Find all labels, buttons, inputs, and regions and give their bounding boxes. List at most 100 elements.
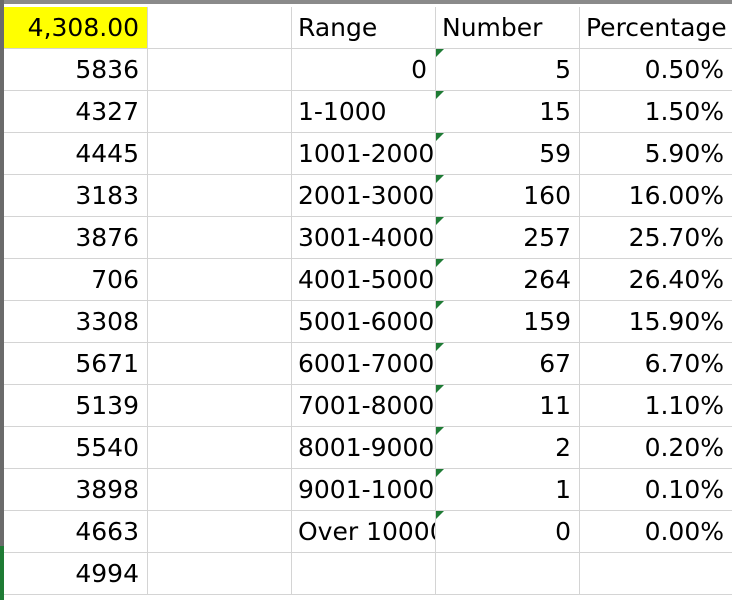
cell-e5[interactable]: 16.00% <box>580 175 732 217</box>
table-row: 4,308.00 Range Number Percentage <box>0 7 732 49</box>
cell-a14[interactable]: 4994 <box>0 553 148 595</box>
cell-d11-value: 2 <box>555 433 571 462</box>
cell-d2[interactable]: 5 <box>436 49 580 91</box>
cell-c11[interactable]: 8001-9000 <box>292 427 436 469</box>
cell-d2-value: 5 <box>555 55 571 84</box>
cell-b5[interactable] <box>148 175 292 217</box>
cell-c2[interactable]: 0 <box>292 49 436 91</box>
cell-b8[interactable] <box>148 301 292 343</box>
error-indicator-icon <box>436 133 444 141</box>
cell-d6[interactable]: 257 <box>436 217 580 259</box>
cell-a5[interactable]: 3183 <box>0 175 148 217</box>
cell-d12[interactable]: 1 <box>436 469 580 511</box>
cell-d8-value: 159 <box>523 307 571 336</box>
cell-c1[interactable]: Range <box>292 7 436 49</box>
cell-c9[interactable]: 6001-7000 <box>292 343 436 385</box>
cell-d12-value: 1 <box>555 475 571 504</box>
cell-a9[interactable]: 5671 <box>0 343 148 385</box>
cell-e3[interactable]: 1.50% <box>580 91 732 133</box>
cell-d4[interactable]: 59 <box>436 133 580 175</box>
cell-d7-value: 264 <box>523 265 571 294</box>
cell-e7[interactable]: 26.40% <box>580 259 732 301</box>
cell-d5-value: 160 <box>523 181 571 210</box>
cell-d10-value: 11 <box>539 391 571 420</box>
cell-e11[interactable]: 0.20% <box>580 427 732 469</box>
cell-b4[interactable] <box>148 133 292 175</box>
error-indicator-icon <box>436 301 444 309</box>
cell-d11[interactable]: 2 <box>436 427 580 469</box>
error-indicator-icon <box>436 259 444 267</box>
error-indicator-icon <box>436 343 444 351</box>
cell-d7[interactable]: 264 <box>436 259 580 301</box>
cell-d9[interactable]: 67 <box>436 343 580 385</box>
cell-e14[interactable] <box>580 553 732 595</box>
selection-indicator <box>0 546 4 600</box>
cell-d3[interactable]: 15 <box>436 91 580 133</box>
table-row: 5836 0 5 0.50% <box>0 49 732 91</box>
error-indicator-icon <box>436 175 444 183</box>
cell-c5[interactable]: 2001-3000 <box>292 175 436 217</box>
cell-a13[interactable]: 4663 <box>0 511 148 553</box>
cell-e2[interactable]: 0.50% <box>580 49 732 91</box>
cell-e10[interactable]: 1.10% <box>580 385 732 427</box>
cell-d10[interactable]: 11 <box>436 385 580 427</box>
cell-c10[interactable]: 7001-8000 <box>292 385 436 427</box>
cell-a4[interactable]: 4445 <box>0 133 148 175</box>
cell-e6[interactable]: 25.70% <box>580 217 732 259</box>
cell-d3-value: 15 <box>539 97 571 126</box>
cell-b1[interactable] <box>148 7 292 49</box>
table-row: 3183 2001-3000 160 16.00% <box>0 175 732 217</box>
cell-d1[interactable]: Number <box>436 7 580 49</box>
cell-a6[interactable]: 3876 <box>0 217 148 259</box>
cell-e4[interactable]: 5.90% <box>580 133 732 175</box>
cell-c8[interactable]: 5001-6000 <box>292 301 436 343</box>
cell-b14[interactable] <box>148 553 292 595</box>
table-row: 3308 5001-6000 159 15.90% <box>0 301 732 343</box>
cell-b2[interactable] <box>148 49 292 91</box>
cell-a2[interactable]: 5836 <box>0 49 148 91</box>
table-row: 5139 7001-8000 11 1.10% <box>0 385 732 427</box>
cell-b13[interactable] <box>148 511 292 553</box>
cell-a10[interactable]: 5139 <box>0 385 148 427</box>
cell-c3[interactable]: 1-1000 <box>292 91 436 133</box>
error-indicator-icon <box>436 91 444 99</box>
cell-d13[interactable]: 0 <box>436 511 580 553</box>
cell-e13[interactable]: 0.00% <box>580 511 732 553</box>
cell-b7[interactable] <box>148 259 292 301</box>
cell-b3[interactable] <box>148 91 292 133</box>
cell-b6[interactable] <box>148 217 292 259</box>
cell-b12[interactable] <box>148 469 292 511</box>
cell-e8[interactable]: 15.90% <box>580 301 732 343</box>
cell-b10[interactable] <box>148 385 292 427</box>
table-row: 3876 3001-4000 257 25.70% <box>0 217 732 259</box>
error-indicator-icon <box>436 385 444 393</box>
cell-d6-value: 257 <box>523 223 571 252</box>
cell-a11[interactable]: 5540 <box>0 427 148 469</box>
cell-a1[interactable]: 4,308.00 <box>0 7 148 49</box>
cell-c7[interactable]: 4001-5000 <box>292 259 436 301</box>
cell-a8[interactable]: 3308 <box>0 301 148 343</box>
cell-a7[interactable]: 706 <box>0 259 148 301</box>
cell-d14[interactable] <box>436 553 580 595</box>
cell-a3[interactable]: 4327 <box>0 91 148 133</box>
cell-d13-value: 0 <box>555 517 571 546</box>
grid-top-edge <box>0 0 732 4</box>
error-indicator-icon <box>436 217 444 225</box>
cell-b9[interactable] <box>148 343 292 385</box>
table-row: 4327 1-1000 15 1.50% <box>0 91 732 133</box>
table-row: 4445 1001-2000 59 5.90% <box>0 133 732 175</box>
cell-c6[interactable]: 3001-4000 <box>292 217 436 259</box>
cell-e1[interactable]: Percentage <box>580 7 732 49</box>
cell-c12[interactable]: 9001-1000 <box>292 469 436 511</box>
cell-d8[interactable]: 159 <box>436 301 580 343</box>
cell-e9[interactable]: 6.70% <box>580 343 732 385</box>
cell-a12[interactable]: 3898 <box>0 469 148 511</box>
cell-c4[interactable]: 1001-2000 <box>292 133 436 175</box>
cell-e12[interactable]: 0.10% <box>580 469 732 511</box>
error-indicator-icon <box>436 427 444 435</box>
spreadsheet-grid[interactable]: 4,308.00 Range Number Percentage 5836 0 … <box>0 0 732 600</box>
cell-c14[interactable] <box>292 553 436 595</box>
cell-c13[interactable]: Over 10000 <box>292 511 436 553</box>
cell-d5[interactable]: 160 <box>436 175 580 217</box>
cell-b11[interactable] <box>148 427 292 469</box>
